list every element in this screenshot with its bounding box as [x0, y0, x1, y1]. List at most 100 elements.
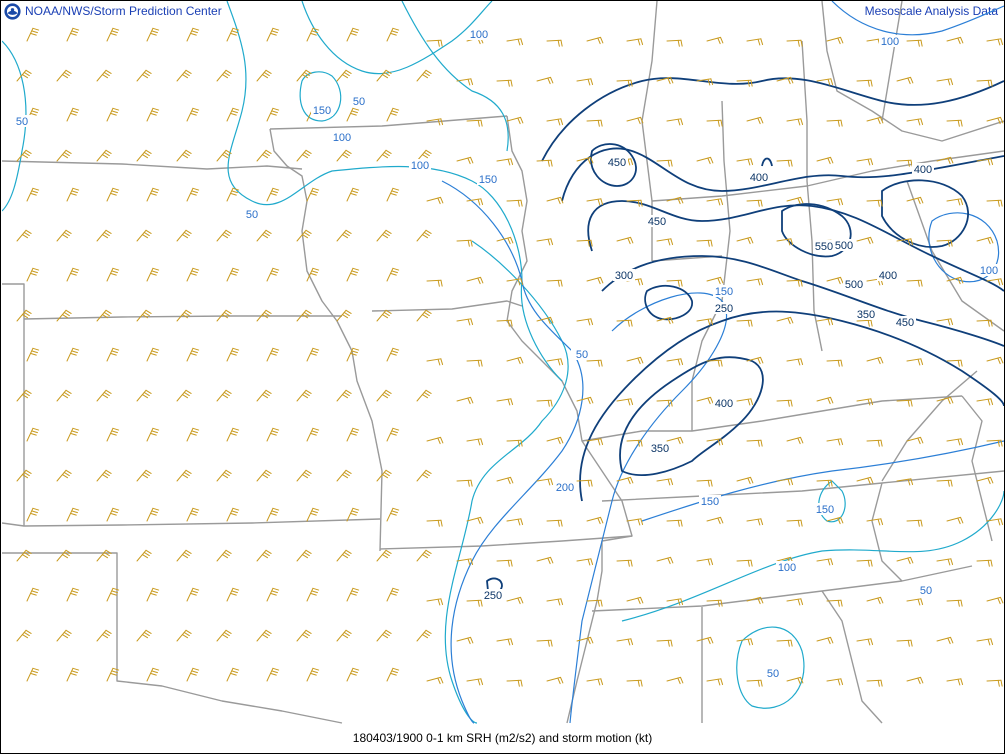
barb-flag: [190, 432, 197, 436]
wind-barb: [736, 319, 753, 327]
barb-flag: [185, 629, 192, 634]
wind-barb: [626, 38, 644, 46]
srh-map: 1005015050100501001505015025030045045040…: [2, 1, 1004, 724]
barb-staff: [226, 187, 234, 202]
barb-flag: [870, 319, 873, 327]
barb-flag: [867, 477, 871, 485]
barb-flag: [231, 30, 238, 34]
barb-flag: [907, 77, 911, 85]
barb-flag: [271, 270, 278, 274]
contour-label: 100: [470, 29, 488, 41]
barb-flag: [185, 469, 192, 474]
barb-flag: [151, 270, 158, 274]
barb-flag: [560, 519, 563, 527]
contour-line: [831, 1, 1004, 36]
barb-flag: [110, 432, 117, 436]
barb-flag: [271, 670, 278, 674]
barb-flag: [303, 471, 310, 477]
barb-flag: [223, 311, 230, 317]
barb-flag: [272, 667, 280, 671]
barb-flag: [385, 549, 392, 554]
barb-staff: [226, 587, 234, 602]
barb-flag: [840, 599, 843, 607]
barb-flag: [840, 678, 844, 686]
barb-flag: [72, 107, 80, 111]
barb-flag: [987, 638, 991, 646]
barb-staff: [346, 507, 354, 522]
barb-flag: [301, 154, 308, 159]
wind-barb: [176, 469, 192, 482]
wind-barb: [906, 279, 923, 287]
wind-barb: [706, 119, 723, 127]
barb-staff: [856, 559, 872, 562]
wind-barb: [466, 678, 484, 686]
barb-flag: [310, 32, 317, 36]
barb-flag: [880, 518, 884, 526]
barb-flag: [423, 471, 430, 477]
wind-barb: [136, 389, 152, 402]
barb-staff: [26, 267, 34, 282]
barb-flag: [757, 38, 761, 46]
contour-label: 50: [920, 585, 932, 597]
wind-barb: [976, 398, 994, 406]
wind-barb: [936, 156, 954, 165]
barb-flag: [920, 196, 924, 204]
barb-staff: [506, 199, 522, 202]
barb-flag: [667, 639, 670, 647]
barb-flag: [312, 347, 320, 351]
barb-staff: [106, 27, 114, 42]
barb-flag: [112, 187, 120, 191]
wind-barb: [66, 667, 80, 682]
barb-flag: [637, 518, 641, 526]
wind-barb: [586, 678, 604, 686]
barb-flag: [31, 430, 38, 434]
wind-barb: [376, 629, 392, 642]
barb-flag: [987, 158, 991, 166]
barb-flag: [391, 430, 398, 434]
barb-flag: [103, 231, 110, 237]
barb-flag: [381, 474, 388, 479]
barb-staff: [26, 427, 34, 442]
barb-flag: [800, 519, 803, 527]
barb-flag: [440, 358, 444, 366]
barb-flag: [101, 634, 108, 639]
wind-barb: [146, 27, 160, 42]
barb-flag: [190, 352, 197, 356]
barb-flag: [350, 32, 357, 36]
barb-staff: [306, 667, 314, 682]
barb-flag: [143, 231, 150, 237]
contour-label: 100: [333, 132, 351, 144]
barb-flag: [350, 512, 357, 516]
wind-barb: [616, 559, 633, 567]
barb-flag: [667, 478, 671, 486]
barb-staff: [616, 319, 632, 322]
wind-barb: [266, 587, 280, 602]
barb-flag: [150, 672, 157, 676]
barb-flag: [680, 39, 683, 47]
wind-barb: [666, 519, 683, 527]
barb-staff: [746, 199, 762, 202]
wind-barb: [866, 199, 883, 207]
barb-flag: [600, 516, 604, 524]
wind-barb: [56, 389, 72, 402]
barb-flag: [230, 512, 237, 516]
barb-flag: [837, 438, 841, 446]
barb-flag: [390, 192, 397, 196]
barb-staff: [736, 79, 752, 82]
barb-flag: [383, 551, 390, 557]
barb-staff: [586, 359, 602, 362]
barb-flag: [990, 79, 993, 87]
wind-barb: [66, 587, 80, 602]
wind-barb: [616, 638, 634, 646]
barb-flag: [627, 477, 631, 485]
wind-barb: [906, 676, 924, 685]
barb-flag: [840, 36, 844, 44]
wind-barb: [696, 558, 714, 566]
barb-flag: [183, 471, 190, 477]
barb-flag: [110, 512, 117, 516]
barb-flag: [145, 469, 152, 474]
barb-flag: [547, 238, 551, 246]
wind-barb: [426, 358, 444, 366]
barb-flag: [917, 39, 920, 47]
wind-barb: [706, 36, 724, 45]
